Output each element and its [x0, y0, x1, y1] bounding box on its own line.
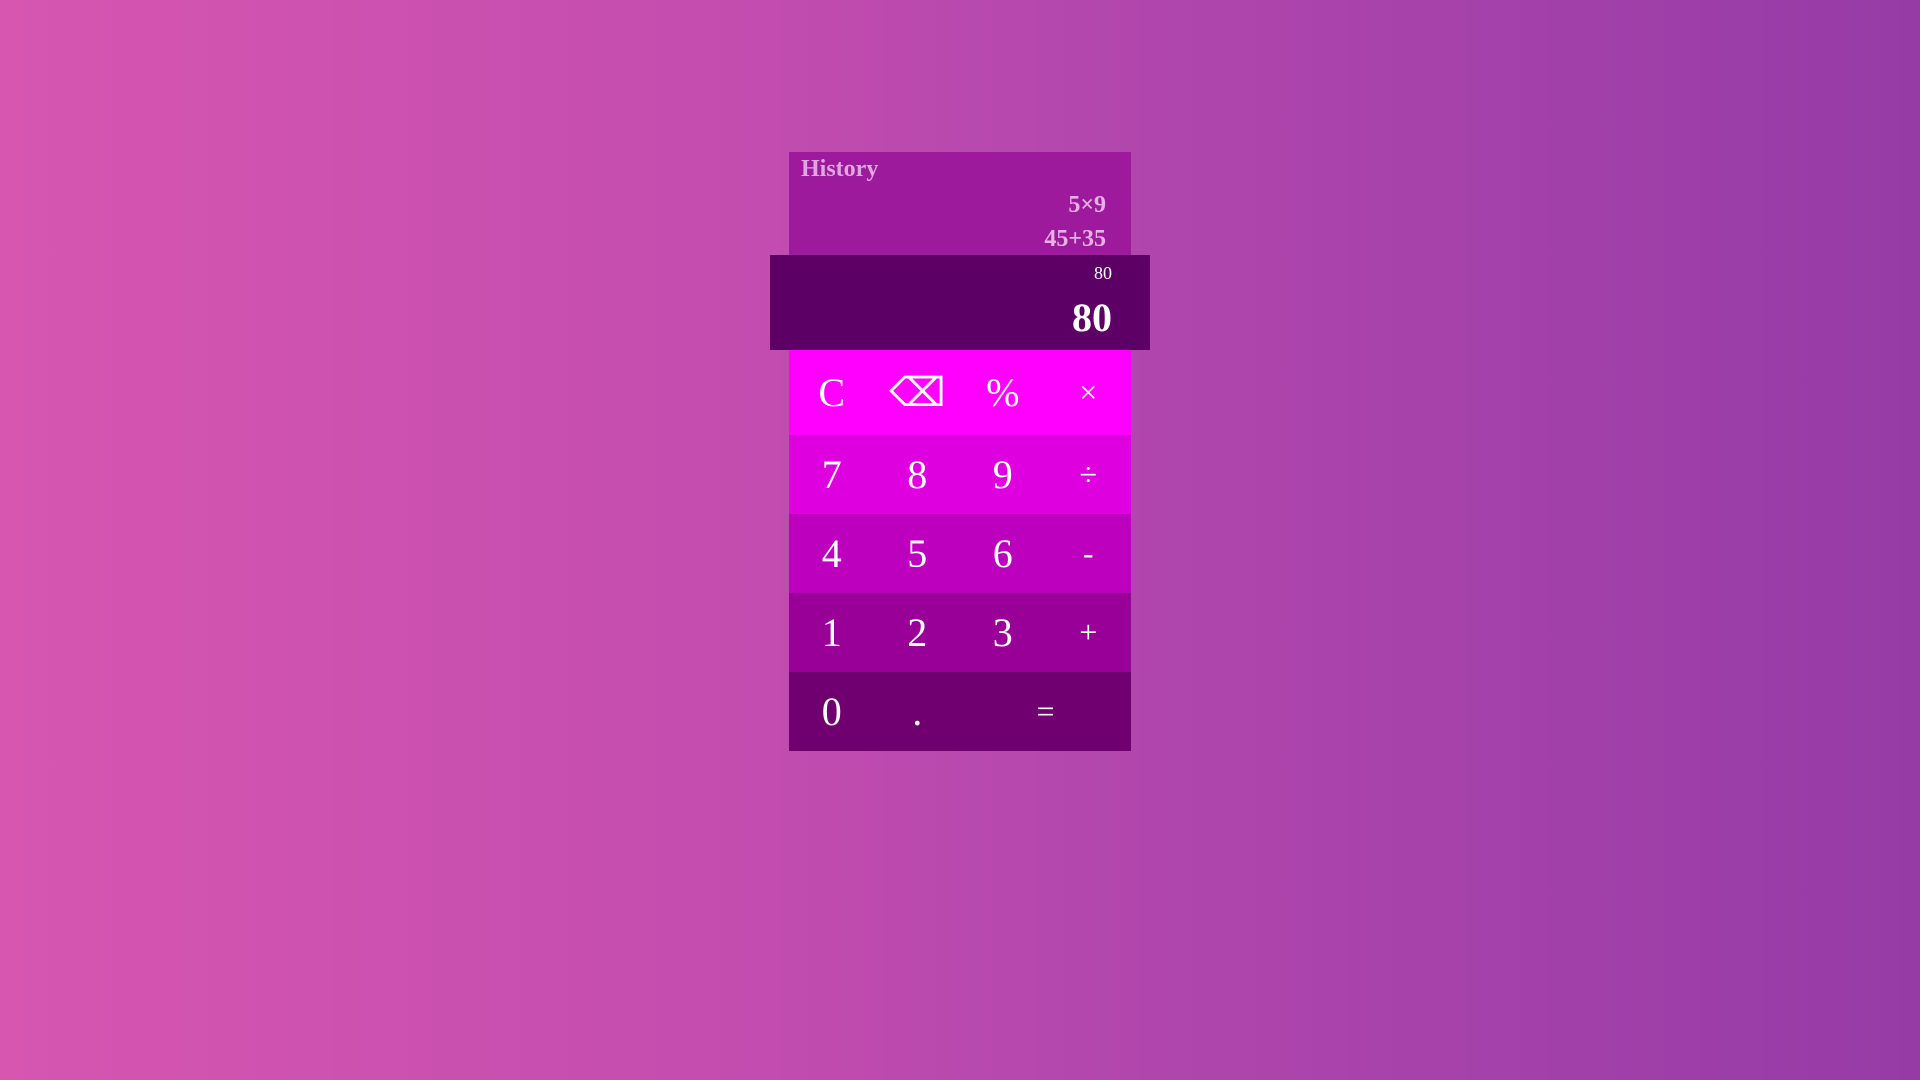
minus-button[interactable]: -	[1046, 514, 1132, 593]
decimal-button[interactable]: .	[875, 672, 961, 751]
keypad: C ⌫ % × 7 8 9 ÷ 4 5 6 - 1 2 3 + 0 . =	[789, 350, 1131, 751]
digit-0-button[interactable]: 0	[789, 672, 875, 751]
digit-2-button[interactable]: 2	[875, 593, 961, 672]
divide-button[interactable]: ÷	[1046, 435, 1132, 514]
digit-4-button[interactable]: 4	[789, 514, 875, 593]
clear-button[interactable]: C	[789, 350, 875, 435]
calculator: History 5×9 45+35 80 80 C ⌫ % × 7 8 9 ÷ …	[770, 152, 1150, 751]
multiply-button[interactable]: ×	[1046, 350, 1132, 435]
current-result: 80	[1072, 295, 1112, 340]
history-list: 5×9 45+35	[1044, 188, 1106, 256]
digit-8-button[interactable]: 8	[875, 435, 961, 514]
keypad-row: 1 2 3 +	[789, 593, 1131, 672]
keypad-row: 0 . =	[789, 672, 1131, 751]
backspace-button[interactable]: ⌫	[875, 350, 961, 435]
digit-9-button[interactable]: 9	[960, 435, 1046, 514]
digit-6-button[interactable]: 6	[960, 514, 1046, 593]
keypad-row: 4 5 6 -	[789, 514, 1131, 593]
equals-button[interactable]: =	[960, 672, 1131, 751]
previous-result: 80	[1094, 263, 1112, 283]
digit-1-button[interactable]: 1	[789, 593, 875, 672]
percent-button[interactable]: %	[960, 350, 1046, 435]
history-panel: History 5×9 45+35	[789, 152, 1131, 255]
history-title: History	[801, 156, 879, 182]
digit-5-button[interactable]: 5	[875, 514, 961, 593]
digit-3-button[interactable]: 3	[960, 593, 1046, 672]
keypad-row: C ⌫ % ×	[789, 350, 1131, 435]
display-panel: 80 80	[770, 255, 1150, 350]
history-item[interactable]: 45+35	[1044, 222, 1106, 256]
digit-7-button[interactable]: 7	[789, 435, 875, 514]
keypad-row: 7 8 9 ÷	[789, 435, 1131, 514]
history-item[interactable]: 5×9	[1044, 188, 1106, 222]
plus-button[interactable]: +	[1046, 593, 1132, 672]
